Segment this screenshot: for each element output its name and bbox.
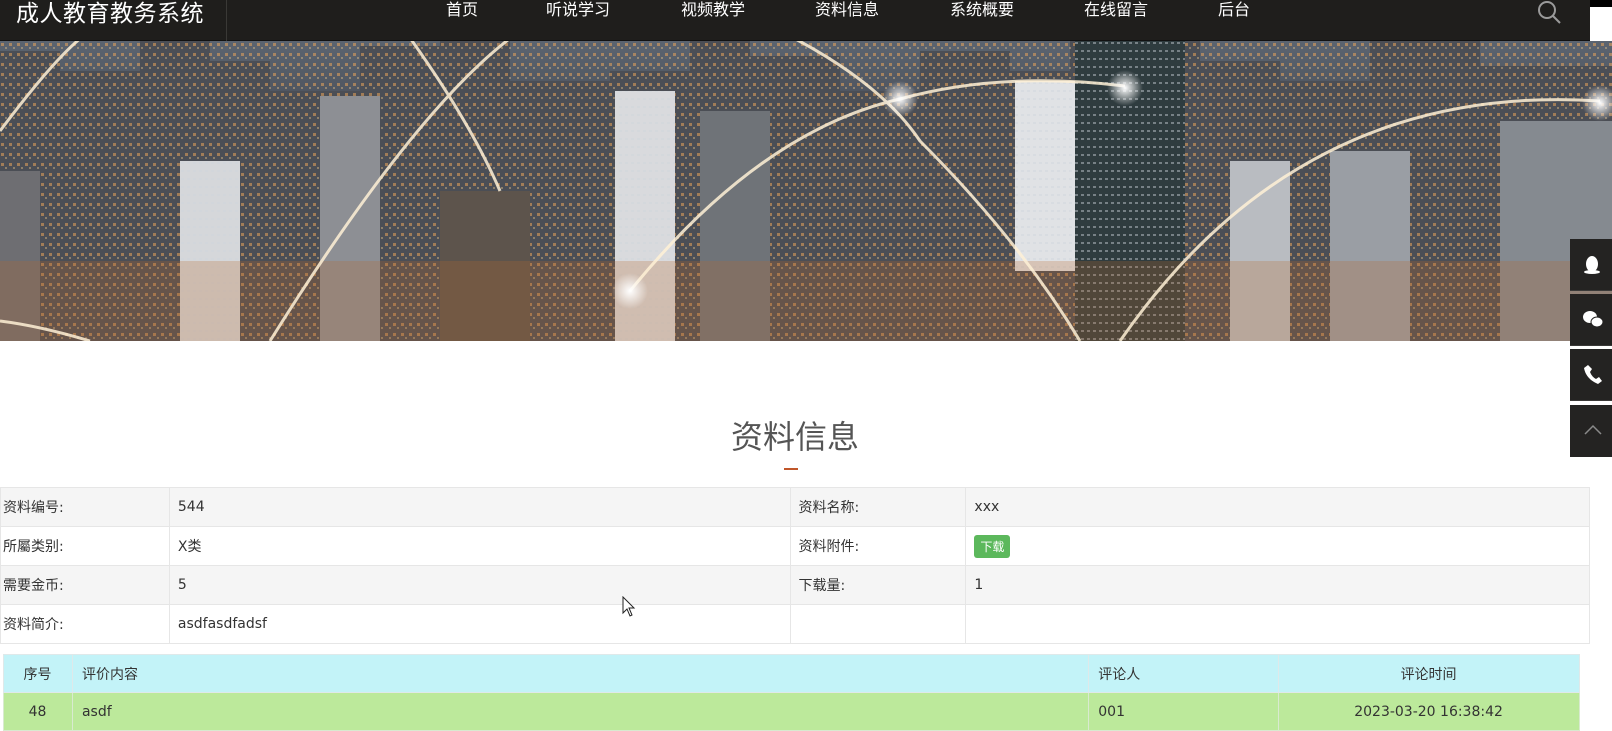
hero-banner — [0, 41, 1612, 341]
city-skyline-image — [0, 41, 1612, 341]
title-underline — [784, 468, 798, 470]
label-download-count: 下载量: — [789, 565, 967, 605]
page-title: 资料信息 — [730, 418, 859, 456]
value-summary: asdfasdfadsf — [168, 604, 791, 644]
nav-item-video[interactable]: 视频教学 — [681, 0, 745, 20]
logo-divider — [226, 0, 227, 41]
table-row: 资料简介: asdfasdfadsf — [0, 604, 1590, 644]
value-material-name: xxx — [965, 487, 1590, 527]
comment-time: 2023-03-20 16:38:42 — [1278, 692, 1580, 731]
comments-header-row: 序号 评价内容 评论人 评论时间 — [3, 654, 1580, 693]
label-summary: 资料简介: — [0, 604, 170, 644]
header-index: 序号 — [3, 654, 73, 693]
mouse-cursor-icon — [622, 596, 636, 617]
phone-icon — [1584, 365, 1602, 384]
label-required-coins: 需要金币: — [0, 565, 170, 605]
value-category: X类 — [168, 526, 791, 566]
empty-label-cell — [789, 604, 967, 644]
header-commenter: 评论人 — [1088, 654, 1280, 693]
nav-item-messages[interactable]: 在线留言 — [1084, 0, 1148, 20]
header-content: 评价内容 — [71, 654, 1090, 693]
comment-index: 48 — [3, 692, 73, 731]
comment-author: 001 — [1088, 692, 1280, 731]
qq-penguin-icon — [1584, 256, 1600, 274]
comment-content: asdf — [71, 692, 1090, 731]
phone-contact-button[interactable] — [1570, 349, 1612, 401]
material-detail-table: 资料编号: 544 资料名称: xxx 所屬类别: X类 资料附件: 下载 需要… — [0, 487, 1590, 644]
search-icon[interactable] — [1536, 0, 1562, 26]
label-material-name: 资料名称: — [789, 487, 967, 527]
site-logo[interactable]: 成人教育教务系统 — [16, 0, 204, 28]
wechat-icon — [1583, 311, 1604, 328]
table-row: 资料编号: 544 资料名称: xxx — [0, 487, 1590, 527]
label-category: 所屬类别: — [0, 526, 170, 566]
wechat-contact-button[interactable] — [1570, 294, 1612, 346]
nav-item-overview[interactable]: 系统概要 — [950, 0, 1014, 20]
empty-value-cell — [965, 604, 1590, 644]
nav-item-admin[interactable]: 后台 — [1218, 0, 1250, 20]
value-download-count: 1 — [965, 565, 1590, 605]
scrollbar-top — [1590, 0, 1612, 7]
label-material-id: 资料编号: — [0, 487, 170, 527]
header-comment-time: 评论时间 — [1278, 654, 1580, 693]
qq-contact-button[interactable] — [1570, 239, 1612, 291]
comments-table: 序号 评价内容 评论人 评论时间 48 asdf 001 2023-03-20 … — [3, 654, 1580, 731]
table-row: 所屬类别: X类 资料附件: 下载 — [0, 526, 1590, 566]
nav-item-materials[interactable]: 资料信息 — [815, 0, 879, 20]
value-attachment: 下载 — [965, 526, 1590, 566]
nav-item-home[interactable]: 首页 — [446, 0, 478, 20]
value-material-id: 544 — [168, 487, 791, 527]
table-row: 需要金币: 5 下载量: 1 — [0, 565, 1590, 605]
download-button[interactable]: 下载 — [974, 534, 1011, 558]
label-attachment: 资料附件: — [789, 526, 967, 566]
table-row: 48 asdf 001 2023-03-20 16:38:42 — [3, 692, 1580, 731]
value-required-coins: 5 — [168, 565, 791, 605]
top-nav-bar: 成人教育教务系统 首页 听说学习 视频教学 资料信息 系统概要 在线留言 后台 — [0, 0, 1590, 41]
nav-item-listening[interactable]: 听说学习 — [546, 0, 610, 20]
